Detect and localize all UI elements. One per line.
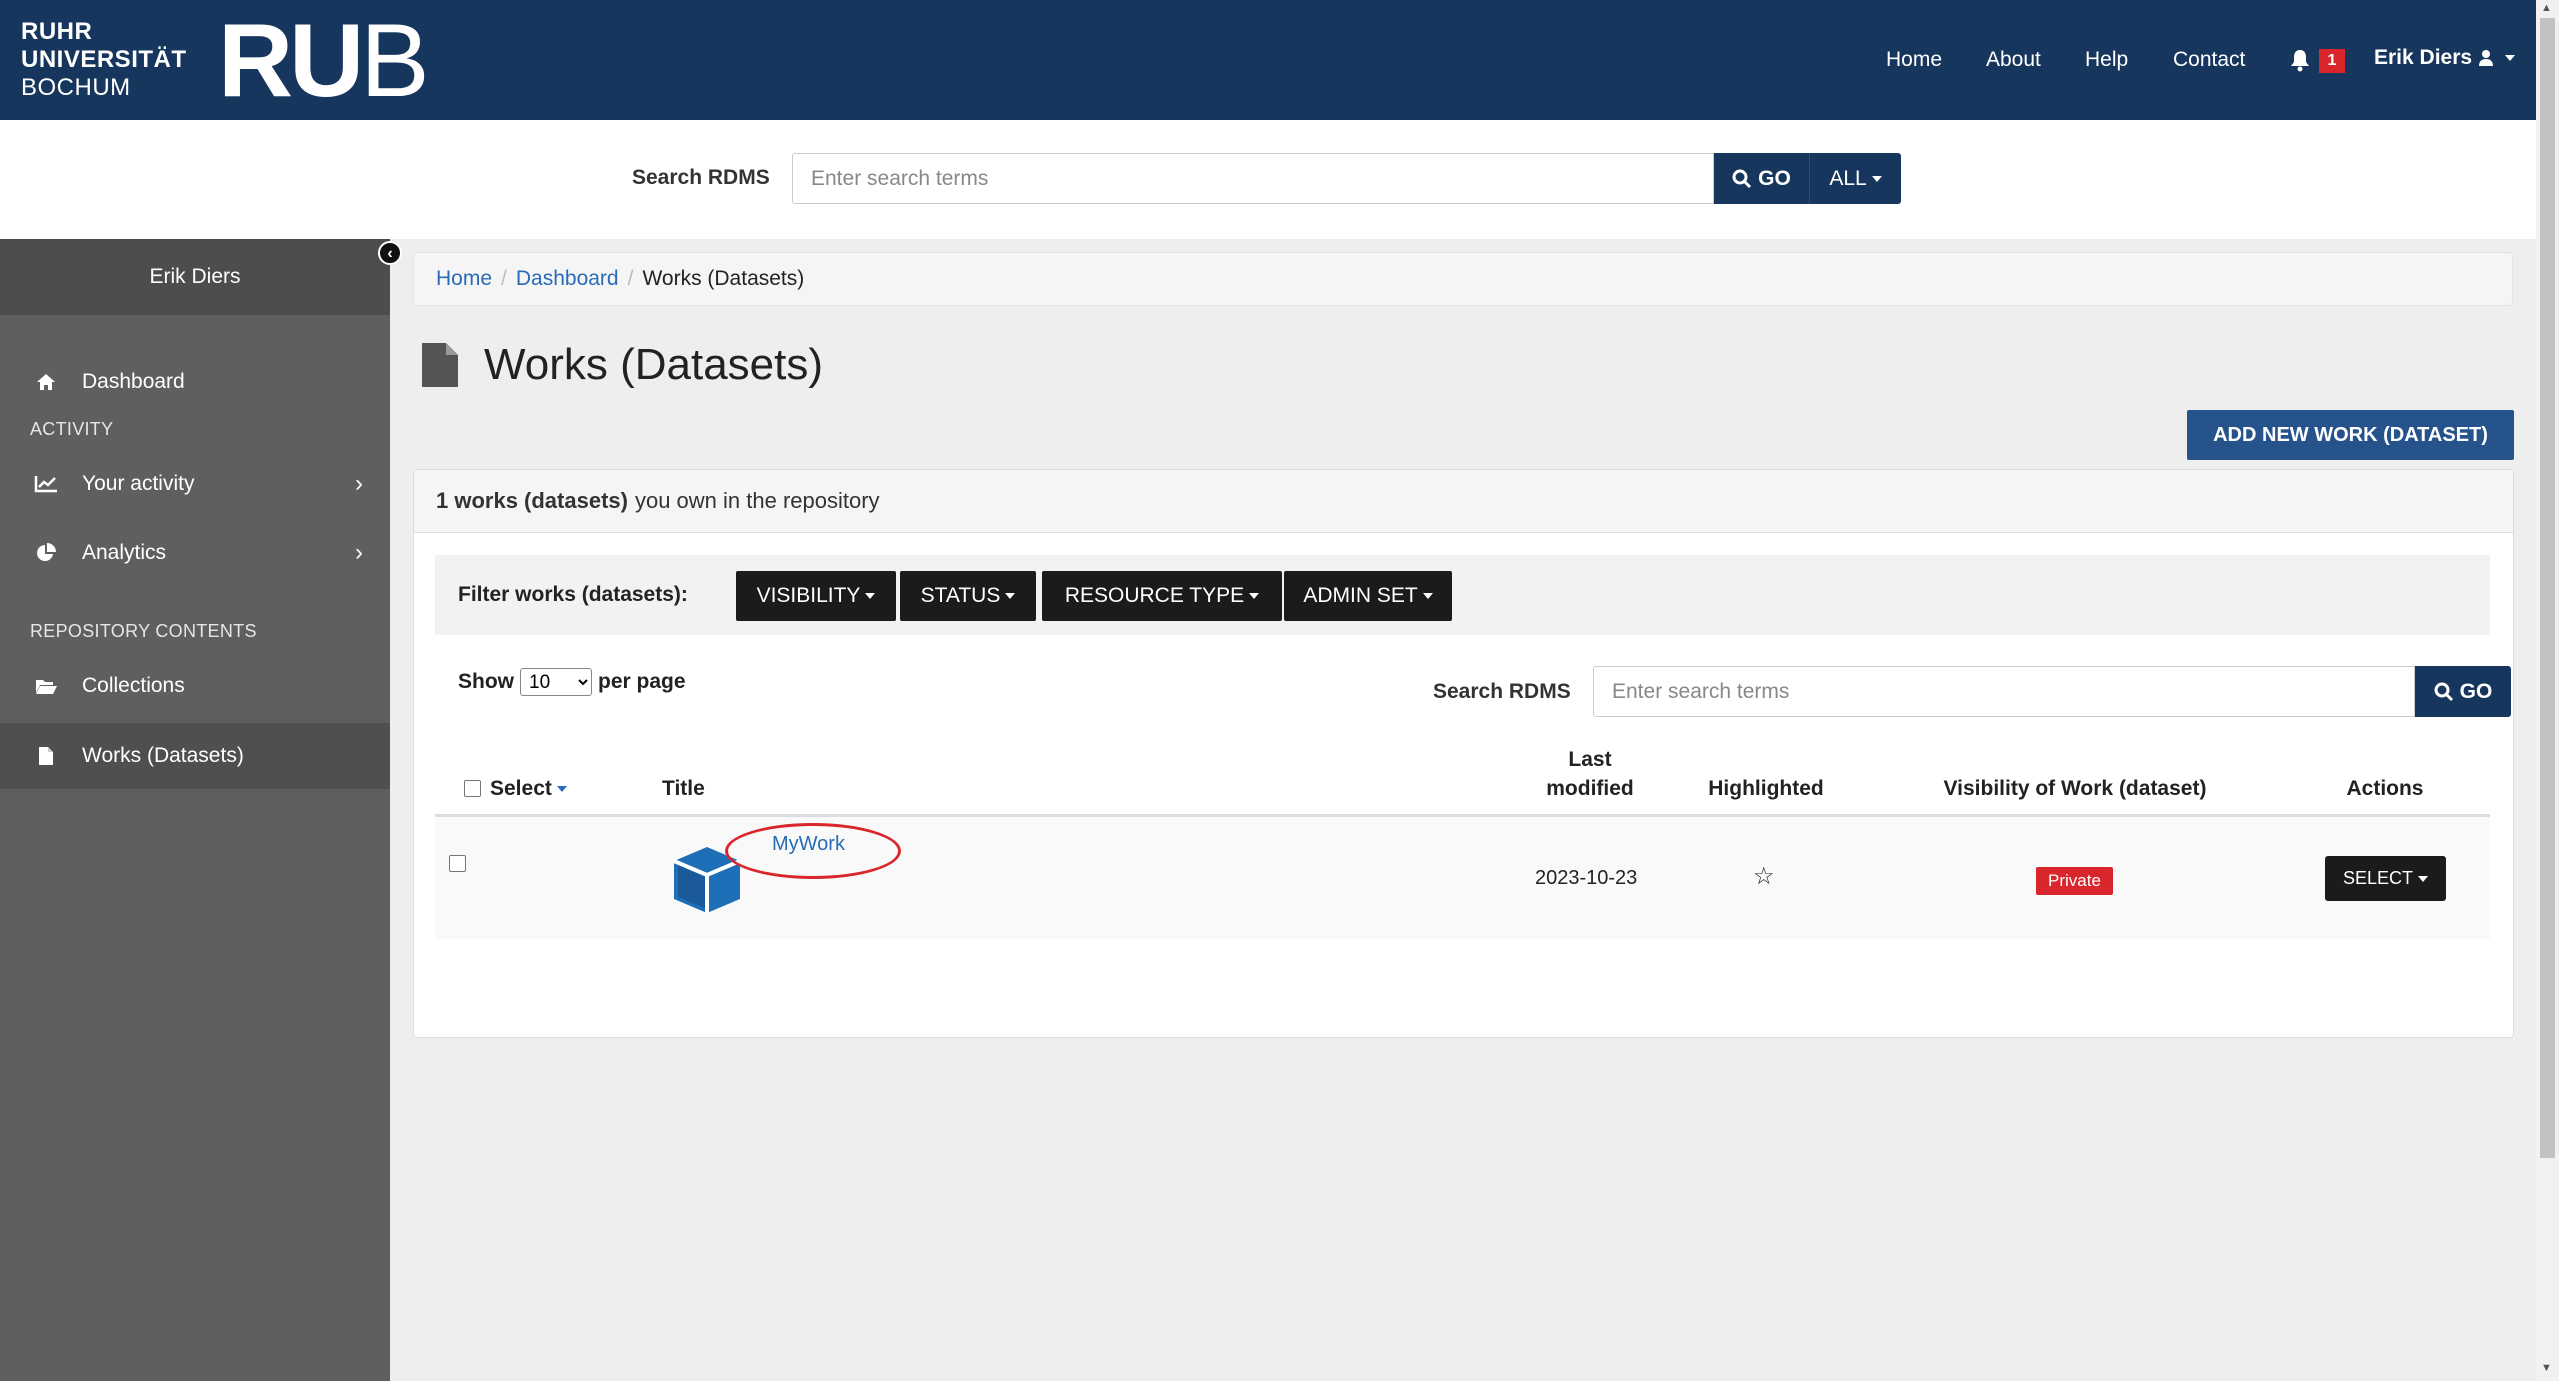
- chevron-down-icon: [1422, 593, 1433, 599]
- chevron-down-icon: [1249, 593, 1260, 599]
- per-page-select[interactable]: 10: [520, 668, 592, 696]
- sidebar-item-collections[interactable]: Collections: [0, 653, 390, 719]
- top-search-label: Search RDMS: [632, 166, 770, 189]
- sidebar-user-name: Erik Diers: [0, 239, 390, 315]
- actions-column-header: Actions: [2346, 777, 2424, 800]
- scroll-up-arrow-icon[interactable]: ▲: [2541, 2, 2552, 14]
- sidebar-heading-repository: REPOSITORY CONTENTS: [30, 621, 257, 641]
- top-search-input[interactable]: [792, 153, 1714, 204]
- sidebar: Erik Diers Dashboard ACTIVITY Your activ…: [0, 239, 390, 1381]
- title-column-header: Title: [662, 777, 705, 800]
- chevron-down-icon: [1005, 593, 1016, 599]
- chevron-down-icon: [1871, 175, 1882, 182]
- breadcrumb-separator: /: [627, 267, 634, 290]
- user-name: Erik Diers: [2374, 46, 2473, 69]
- list-search-go-button[interactable]: GO: [2415, 666, 2511, 717]
- filter-status-dropdown[interactable]: STATUS: [900, 571, 1036, 621]
- top-header: RUHR UNIVERSITÄT BOCHUM RUB Home About H…: [0, 0, 2536, 120]
- per-page-control: Show 10 per page: [458, 668, 686, 696]
- annotation-ellipse: [725, 823, 901, 879]
- list-search-input[interactable]: [1593, 666, 2415, 717]
- nav-about-link[interactable]: About: [1986, 0, 2041, 120]
- user-menu[interactable]: Erik Diers: [2374, 46, 2516, 70]
- scroll-down-arrow-icon[interactable]: ▼: [2541, 1362, 2552, 1374]
- search-scope-dropdown[interactable]: ALL: [1809, 153, 1901, 204]
- row-select-checkbox[interactable]: [449, 855, 466, 872]
- sidebar-item-your-activity[interactable]: Your activity ›: [0, 451, 390, 517]
- home-icon: [34, 370, 58, 394]
- filter-resource-type-dropdown[interactable]: RESOURCE TYPE: [1042, 571, 1282, 621]
- sort-caret-icon: [556, 786, 567, 793]
- filter-admin-set-dropdown[interactable]: ADMIN SET: [1284, 571, 1452, 621]
- highlighted-column-header: Highlighted: [1708, 777, 1824, 800]
- chevron-right-icon: ›: [355, 539, 363, 566]
- search-icon: [1732, 169, 1752, 188]
- notification-bell-icon[interactable]: [2289, 48, 2311, 72]
- sidebar-collapse-button[interactable]: ‹: [378, 241, 402, 265]
- last-modified-column-header: Last modified: [1546, 748, 1634, 800]
- sidebar-item-works[interactable]: Works (Datasets): [0, 723, 390, 789]
- list-search-label: Search RDMS: [1433, 680, 1571, 703]
- line-chart-icon: [34, 472, 58, 496]
- select-column-header[interactable]: Select: [490, 774, 567, 803]
- nav-contact-link[interactable]: Contact: [2173, 0, 2245, 120]
- sidebar-item-dashboard[interactable]: Dashboard: [0, 349, 390, 415]
- pie-chart-icon: [34, 541, 58, 565]
- chevron-right-icon: ›: [355, 470, 363, 497]
- breadcrumb-home-link[interactable]: Home: [436, 267, 492, 291]
- rub-logo[interactable]: RUB: [218, 6, 430, 116]
- visibility-badge: Private: [2036, 867, 2113, 895]
- work-last-modified: 2023-10-23: [1535, 867, 1638, 889]
- file-icon: [34, 744, 58, 768]
- search-icon: [2434, 682, 2453, 701]
- chevron-down-icon: [865, 593, 876, 599]
- breadcrumb-dashboard-link[interactable]: Dashboard: [516, 267, 619, 291]
- filter-label: Filter works (datasets):: [458, 583, 688, 606]
- add-new-work-button[interactable]: ADD NEW WORK (DATASET): [2187, 410, 2514, 460]
- folder-open-icon: [34, 674, 58, 698]
- visibility-column-header: Visibility of Work (dataset): [1943, 777, 2207, 800]
- highlight-star-icon[interactable]: ☆: [1753, 862, 1775, 891]
- university-logo-text[interactable]: RUHR UNIVERSITÄT BOCHUM: [21, 18, 187, 102]
- chevron-down-icon: [2505, 55, 2516, 61]
- file-icon: [422, 343, 458, 387]
- nav-home-link[interactable]: Home: [1886, 0, 1942, 120]
- user-icon: [2479, 50, 2494, 66]
- row-actions-select-dropdown[interactable]: SELECT: [2325, 856, 2446, 901]
- sidebar-item-analytics[interactable]: Analytics ›: [0, 520, 390, 586]
- nav-help-link[interactable]: Help: [2085, 0, 2128, 120]
- scrollbar-thumb[interactable]: [2540, 18, 2555, 1158]
- notification-count-badge[interactable]: 1: [2319, 49, 2345, 73]
- top-search-go-button[interactable]: GO: [1714, 153, 1809, 204]
- select-all-checkbox[interactable]: [464, 780, 481, 797]
- page-title: Works (Datasets): [420, 340, 823, 390]
- breadcrumb-current: Works (Datasets): [642, 267, 805, 290]
- works-summary: 1 works (datasets) you own in the reposit…: [414, 470, 2513, 533]
- chevron-down-icon: [2418, 875, 2429, 882]
- breadcrumb-separator: /: [501, 267, 507, 290]
- sidebar-heading-activity: ACTIVITY: [30, 419, 114, 439]
- filter-visibility-dropdown[interactable]: VISIBILITY: [736, 571, 896, 621]
- breadcrumb: Home / Dashboard / Works (Datasets): [413, 252, 2513, 306]
